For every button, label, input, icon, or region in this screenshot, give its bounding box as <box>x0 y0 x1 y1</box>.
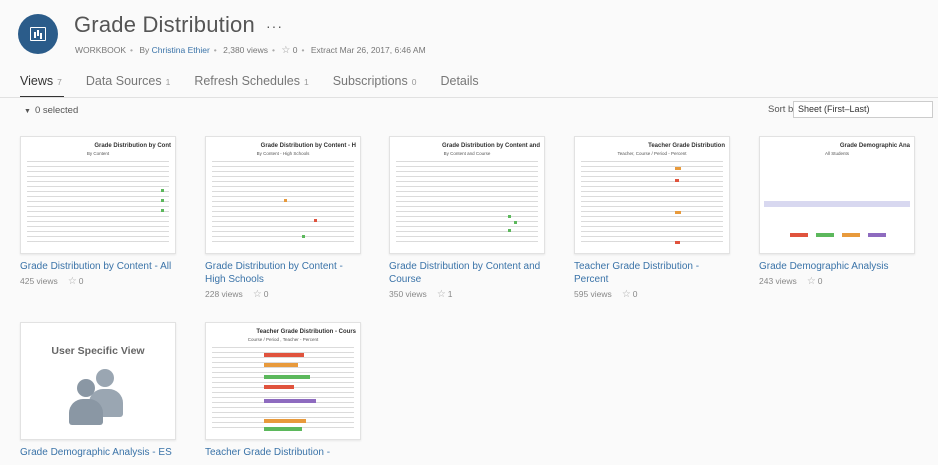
view-thumbnail[interactable]: Teacher Grade Distribution Teacher, Cour… <box>574 136 730 254</box>
favorite-star-icon[interactable]: ☆ <box>281 45 290 56</box>
type-label: WORKBOOK <box>75 45 127 55</box>
favorite-star-icon[interactable]: ☆ <box>68 276 77 287</box>
view-title-link[interactable]: Teacher Grade Distribution - <box>205 446 361 459</box>
tab-subscriptions[interactable]: Subscriptions 0 <box>333 74 417 98</box>
view-title-link[interactable]: Grade Distribution by Content - High Sch… <box>205 260 361 286</box>
view-thumbnail[interactable]: Grade Distribution by Cont By Content <box>20 136 176 254</box>
selection-dropdown[interactable]: ▼ 0 selected <box>24 105 78 116</box>
workbook-title: Grade Distribution <box>74 12 255 37</box>
view-title-link[interactable]: Grade Demographic Analysis - ES <box>20 446 176 459</box>
favorite-star-icon[interactable]: ☆ <box>437 289 446 300</box>
sort-select[interactable]: Sheet (First–Last) <box>793 101 933 118</box>
workbook-tabs: Views 7 Data Sources 1 Refresh Schedules 1 … <box>20 74 503 98</box>
view-title-link[interactable]: Grade Distribution by Content - All <box>20 260 176 273</box>
favorite-star-icon[interactable]: ☆ <box>253 289 262 300</box>
view-thumbnail[interactable]: Teacher Grade Distribution - Cours Cours… <box>205 322 361 440</box>
tab-views[interactable]: Views 7 <box>20 74 64 98</box>
favorite-count: 0 <box>292 45 298 55</box>
extract-label: Extract <box>310 45 338 55</box>
view-thumbnail[interactable]: User Specific View <box>20 322 176 440</box>
tabs-divider <box>0 97 938 98</box>
view-thumbnail[interactable]: Grade Demographic Ana All Students <box>759 136 915 254</box>
view-count: 2,380 views <box>223 45 269 55</box>
caret-down-icon: ▼ <box>24 108 31 115</box>
by-label: By <box>139 45 150 55</box>
view-card[interactable]: Grade Distribution by Content - H By Con… <box>205 136 361 300</box>
view-card[interactable]: Grade Demographic Ana All Students Grade… <box>759 136 915 287</box>
view-card[interactable]: Grade Distribution by Content and By Con… <box>389 136 545 300</box>
view-title-link[interactable]: Teacher Grade Distribution - Percent <box>574 260 730 286</box>
view-card[interactable]: Teacher Grade Distribution Teacher, Cour… <box>574 136 730 300</box>
workbook-icon <box>18 14 58 54</box>
tab-data-sources[interactable]: Data Sources 1 <box>86 74 170 98</box>
view-thumbnail[interactable]: Grade Distribution by Content and By Con… <box>389 136 545 254</box>
tab-refresh-schedules[interactable]: Refresh Schedules 1 <box>194 74 308 98</box>
view-card[interactable]: Teacher Grade Distribution - Cours Cours… <box>205 322 361 459</box>
favorite-star-icon[interactable]: ☆ <box>622 289 631 300</box>
view-thumbnail[interactable]: Grade Distribution by Content - H By Con… <box>205 136 361 254</box>
owner-link[interactable]: Christina Ethier <box>152 45 210 55</box>
view-title-link[interactable]: Grade Distribution by Content and Course <box>389 260 545 286</box>
extract-date: Mar 26, 2017, 6:46 AM <box>339 45 426 55</box>
workbook-meta: WORKBOOK • By Christina Ethier • 2,380 vie… <box>75 45 426 56</box>
view-title-link[interactable]: Grade Demographic Analysis <box>759 260 915 273</box>
view-card[interactable]: User Specific View Grade Demographic Ana… <box>20 322 176 459</box>
users-icon <box>63 369 133 425</box>
favorite-star-icon[interactable]: ☆ <box>807 276 816 287</box>
more-actions-button[interactable]: ··· <box>266 18 283 34</box>
view-card[interactable]: Grade Distribution by Cont By Content Gr… <box>20 136 176 287</box>
user-specific-view-label: User Specific View <box>51 345 145 357</box>
tab-details[interactable]: Details <box>440 74 478 98</box>
